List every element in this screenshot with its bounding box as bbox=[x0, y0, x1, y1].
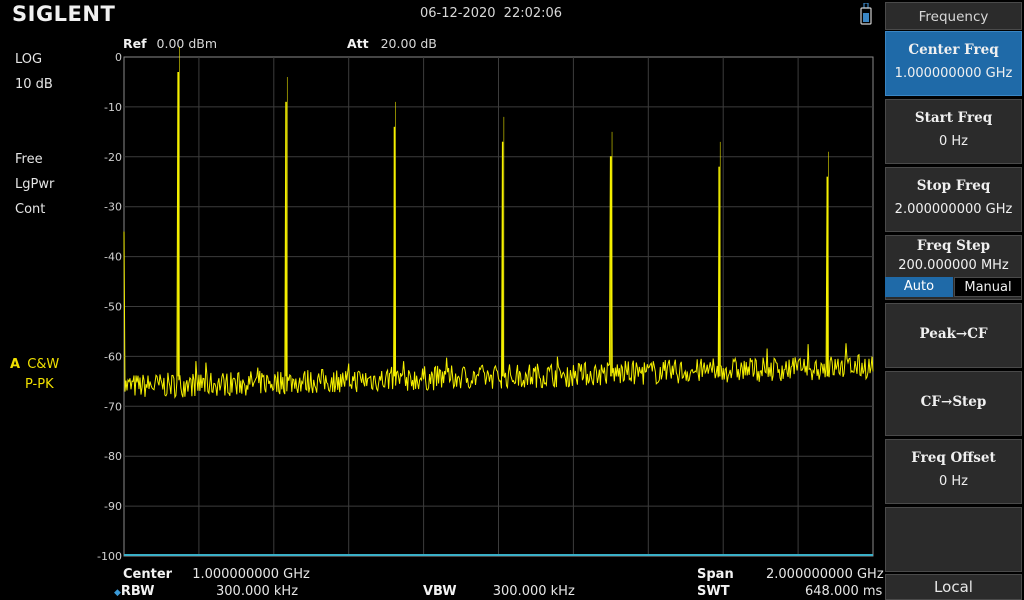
rbw-readout: ◆RBW 300.000 kHz bbox=[114, 584, 298, 599]
freq-step-label: Freq Step bbox=[916, 238, 991, 254]
y-tick-label: -80 bbox=[104, 450, 122, 463]
stop-freq-value: 2.000000000 GHz bbox=[894, 202, 1013, 217]
rbw-value: 300.000 kHz bbox=[216, 584, 299, 599]
y-tick-label: -20 bbox=[104, 151, 122, 164]
center-value: 1.000000000 GHz bbox=[192, 567, 310, 582]
freq-step-value: 200.000000 MHz bbox=[898, 258, 1009, 273]
center-freq-label: Center Freq bbox=[908, 42, 999, 58]
cf-to-step-label: CF→Step bbox=[920, 394, 987, 410]
vbw-value: 300.000 kHz bbox=[492, 584, 575, 599]
y-tick-label: -50 bbox=[104, 301, 122, 314]
vbw-readout: VBW 300.000 kHz bbox=[423, 584, 575, 599]
peak-to-cf-key[interactable]: Peak→CF bbox=[885, 303, 1022, 368]
y-tick-label: -30 bbox=[104, 201, 122, 214]
y-tick-label: 0 bbox=[115, 51, 122, 64]
y-tick-label: -40 bbox=[104, 251, 122, 264]
stop-freq-label: Stop Freq bbox=[916, 178, 991, 194]
empty-softkey[interactable] bbox=[885, 507, 1022, 572]
freq-offset-value: 0 Hz bbox=[938, 474, 968, 489]
y-axis-ticks: 0 -10 -20 -30 -40 -50 -60 -70 -80 -90 -100 bbox=[97, 51, 122, 563]
center-readout: Center 1.000000000 GHz bbox=[123, 567, 310, 582]
span-label: Span bbox=[697, 567, 734, 582]
swt-readout: SWT 648.000 ms bbox=[697, 584, 882, 599]
menu-title: Frequency bbox=[885, 2, 1022, 30]
spectrum-display[interactable]: 0 -10 -20 -30 -40 -50 -60 -70 -80 -90 -100 bbox=[0, 0, 1024, 600]
y-tick-label: -10 bbox=[104, 101, 122, 114]
y-tick-label: -60 bbox=[104, 350, 122, 363]
y-tick-label: -100 bbox=[97, 550, 122, 563]
start-freq-value: 0 Hz bbox=[938, 134, 968, 149]
vbw-label: VBW bbox=[423, 584, 457, 599]
freq-step-manual-toggle[interactable]: Manual bbox=[954, 277, 1022, 297]
freq-step-auto-toggle[interactable]: Auto bbox=[885, 277, 953, 297]
local-button[interactable]: Local bbox=[885, 574, 1022, 600]
y-tick-label: -90 bbox=[104, 500, 122, 513]
stop-freq-key[interactable]: Stop Freq 2.000000000 GHz bbox=[885, 167, 1022, 232]
cf-to-step-key[interactable]: CF→Step bbox=[885, 371, 1022, 436]
freq-offset-label: Freq Offset bbox=[911, 450, 996, 466]
peak-to-cf-label: Peak→CF bbox=[919, 326, 988, 342]
rbw-marker-icon: ◆ bbox=[114, 588, 121, 598]
span-readout: Span 2.000000000 GHz bbox=[697, 567, 884, 582]
start-freq-key[interactable]: Start Freq 0 Hz bbox=[885, 99, 1022, 164]
start-freq-label: Start Freq bbox=[914, 110, 993, 126]
swt-label: SWT bbox=[697, 584, 730, 599]
freq-offset-key[interactable]: Freq Offset 0 Hz bbox=[885, 439, 1022, 504]
center-freq-key[interactable]: Center Freq 1.000000000 GHz bbox=[885, 31, 1022, 96]
rbw-label: RBW bbox=[120, 584, 155, 599]
center-label: Center bbox=[123, 567, 173, 582]
y-tick-label: -70 bbox=[104, 400, 122, 413]
swt-value: 648.000 ms bbox=[805, 584, 883, 599]
span-value: 2.000000000 GHz bbox=[766, 567, 884, 582]
center-freq-value: 1.000000000 GHz bbox=[894, 66, 1013, 81]
graticule bbox=[123, 56, 874, 557]
